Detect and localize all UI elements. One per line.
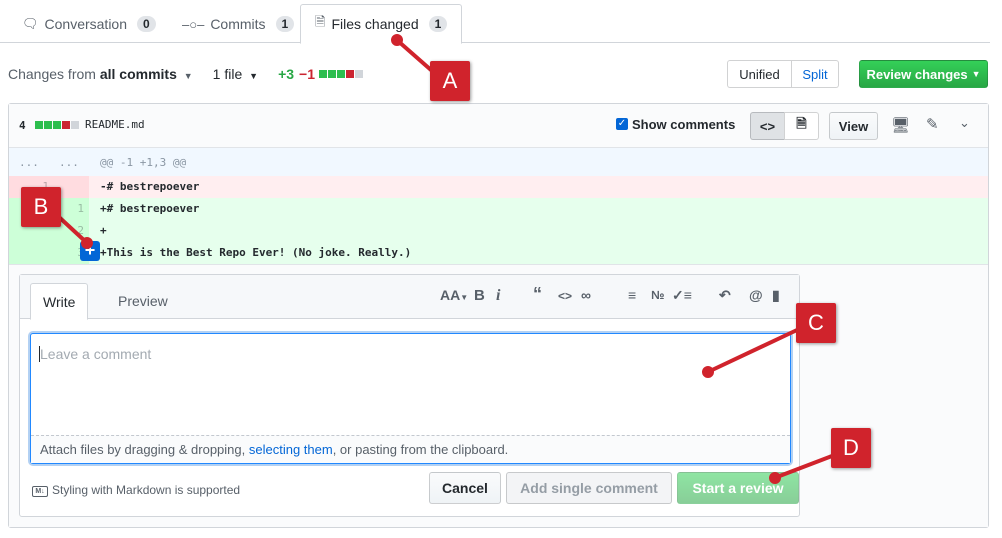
file-name[interactable]: README.md	[85, 118, 145, 131]
diffstat-bar	[319, 70, 363, 78]
chevron-down-icon[interactable]: ⌄	[959, 115, 970, 131]
diff-line-added: 1 +# bestrepoever	[9, 198, 988, 220]
file-icon: 🗎	[796, 116, 807, 131]
tab-counter: 0	[137, 16, 156, 32]
caret-down-icon: ▼	[971, 69, 981, 79]
callout-c: C	[796, 303, 836, 343]
markdown-icon: M↓	[32, 486, 48, 497]
bookmark-icon[interactable]: ▮	[772, 287, 780, 304]
diff-line-added: 2 +	[9, 220, 988, 242]
tab-files-changed[interactable]: 🗎 Files changed 1	[300, 4, 463, 44]
changes-value: all commits	[99, 66, 177, 82]
tab-label: Commits	[210, 16, 266, 32]
tab-label: Files changed	[331, 16, 419, 32]
deletions-count: −1	[299, 66, 315, 82]
preview-tab[interactable]: Preview	[106, 283, 180, 320]
callout-a: A	[430, 61, 470, 101]
desktop-icon[interactable]: 🖥	[891, 116, 910, 134]
review-changes-button[interactable]: Review changes ▼	[859, 60, 988, 88]
link-icon[interactable]: ∞	[581, 287, 591, 303]
plus-icon: +	[84, 240, 96, 260]
cancel-button[interactable]: Cancel	[429, 472, 501, 504]
changes-from-dropdown[interactable]: Changes from all commits ▼	[8, 66, 193, 82]
pencil-icon[interactable]: ✎	[926, 115, 939, 133]
callout-d: D	[831, 428, 871, 468]
diff-code: +This is the Best Repo Ever! (No joke. R…	[100, 246, 412, 259]
write-tab[interactable]: Write	[30, 283, 89, 320]
comment-placeholder: Leave a comment	[40, 346, 152, 362]
new-line-number[interactable]: 3	[44, 242, 84, 264]
tab-counter: 1	[275, 16, 295, 32]
split-button[interactable]: Split	[791, 60, 839, 88]
arrow-a	[396, 39, 433, 72]
text-size-label: AA	[440, 287, 461, 303]
numbered-list-icon[interactable]: №	[651, 288, 664, 302]
diff-code: +# bestrepoever	[100, 202, 200, 215]
tab-counter: 1	[428, 16, 448, 32]
mention-icon[interactable]: @	[749, 287, 763, 303]
comment-form-header: Write Preview AA▼ B i “ <> ∞ ≡ № ✓≡ ↶ @ …	[20, 275, 799, 320]
bullet-list-icon[interactable]: ≡	[628, 287, 636, 303]
code-icon: <>	[759, 118, 776, 134]
caret-down-icon: ▼	[249, 71, 259, 81]
quote-icon[interactable]: “	[533, 284, 542, 305]
tab-commits[interactable]: –○– Commits 1	[182, 4, 295, 44]
callout-b: B	[21, 187, 61, 227]
show-comments-checkbox[interactable]: ✓	[616, 118, 628, 130]
additions-count: +3	[278, 66, 295, 82]
hunk-new-ellipsis[interactable]: ...	[59, 156, 79, 169]
add-single-comment-button[interactable]: Add single comment	[506, 472, 672, 504]
comment-textarea[interactable]: Leave a comment Attach files by dragging…	[30, 333, 791, 464]
attach-prefix: Attach files by dragging & dropping,	[40, 442, 246, 457]
add-line-comment-button[interactable]: +	[80, 241, 100, 261]
hunk-old-ellipsis[interactable]: ...	[19, 156, 39, 169]
markdown-note[interactable]: Styling with Markdown is supported	[52, 483, 240, 497]
reply-icon[interactable]: ↶	[719, 287, 731, 304]
show-comments-label: Show comments	[632, 117, 736, 132]
start-review-button[interactable]: Start a review	[677, 472, 799, 504]
comment-icon: 🗨	[22, 16, 39, 31]
hunk-range: @@ -1 +1,3 @@	[100, 156, 187, 169]
files-count: 1 file	[212, 66, 243, 82]
changes-prefix: Changes from	[8, 66, 96, 82]
diff-code: -# bestrepoever	[100, 180, 200, 193]
file-header: 4 README.md ✓ Show comments <> 🗎 View 🖥 …	[9, 104, 988, 148]
bold-icon[interactable]: B	[474, 287, 485, 304]
hunk-header: ... ... @@ -1 +1,3 @@	[9, 148, 988, 179]
file-diffstat	[35, 121, 79, 129]
tab-bar: 🗨 Conversation 0 –○– Commits 1 🗎 Files c…	[0, 0, 990, 44]
diff-line-added: 3 +This is the Best Repo Ever! (No joke.…	[9, 242, 988, 264]
task-list-icon[interactable]: ✓≡	[672, 287, 692, 304]
tab-conversation[interactable]: 🗨 Conversation 0	[22, 4, 156, 44]
diff-line-deleted: 1 -# bestrepoever	[9, 176, 988, 198]
file-change-count: 4	[19, 119, 26, 132]
files-dropdown[interactable]: 1 file ▼	[213, 66, 258, 82]
tab-label: Conversation	[44, 16, 128, 32]
comment-form: Write Preview AA▼ B i “ <> ∞ ≡ № ✓≡ ↶ @ …	[19, 274, 800, 517]
attach-suffix: , or pasting from the clipboard.	[332, 442, 509, 457]
diff-code: +	[100, 224, 107, 237]
commit-icon: –○–	[182, 16, 205, 32]
attach-files-bar[interactable]: Attach files by dragging & dropping, sel…	[31, 435, 790, 463]
file-diff-icon: 🗎	[315, 14, 326, 29]
review-changes-label: Review changes	[866, 66, 968, 82]
view-file-button[interactable]: View	[829, 112, 878, 140]
italic-icon[interactable]: i	[496, 287, 500, 305]
diff-toolbar: Changes from all commits ▼ 1 file ▼ +3 −…	[8, 60, 363, 88]
rich-diff-button[interactable]: 🗎	[784, 112, 819, 140]
caret-down-icon: ▼	[183, 71, 193, 81]
select-files-link[interactable]: selecting them	[249, 442, 333, 457]
text-size-icon[interactable]: AA▼	[440, 287, 468, 303]
unified-button[interactable]: Unified	[727, 60, 792, 88]
source-diff-button[interactable]: <>	[750, 112, 785, 140]
code-icon[interactable]: <>	[558, 289, 572, 303]
